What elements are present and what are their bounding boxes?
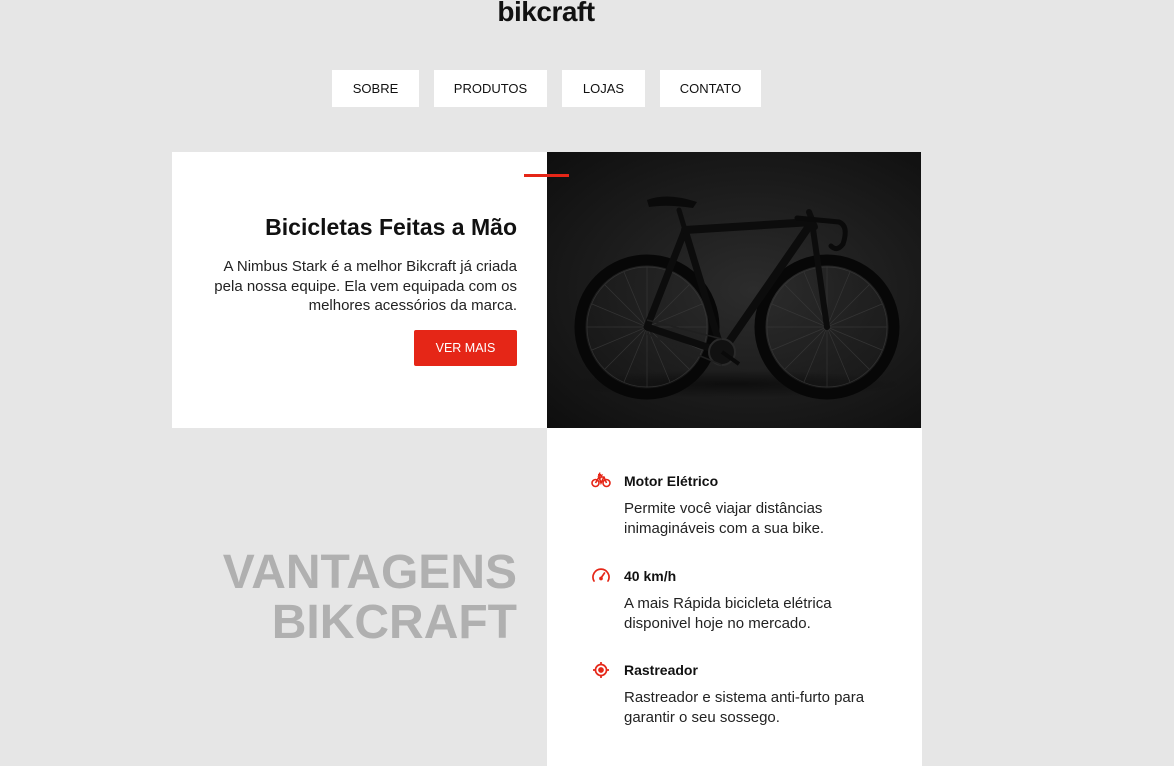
ver-mais-button[interactable]: VER MAIS bbox=[414, 330, 517, 366]
hero-description: A Nimbus Stark é a melhor Bikcraft já cr… bbox=[214, 258, 517, 314]
feature-title: 40 km/h bbox=[624, 568, 677, 584]
hero-content: Bicicletas Feitas a Mão A Nimbus Stark é… bbox=[172, 152, 547, 428]
target-icon bbox=[593, 662, 609, 678]
hero-title: Bicicletas Feitas a Mão bbox=[265, 214, 517, 240]
feature-description: Rastreador e sistema anti-furto para gar… bbox=[624, 689, 865, 726]
site-logo[interactable]: bikcraft bbox=[0, 0, 1092, 28]
feature-title: Rastreador bbox=[624, 662, 698, 678]
main-nav: SOBRE PRODUTOS LOJAS CONTATO bbox=[332, 70, 761, 107]
electric-bike-icon bbox=[591, 472, 611, 488]
nav-link-produtos[interactable]: PRODUTOS bbox=[434, 70, 547, 107]
accent-divider bbox=[524, 174, 569, 177]
speedometer-icon bbox=[592, 568, 610, 582]
feature-description: Permite você viajar distâncias inimaginá… bbox=[624, 500, 825, 537]
nav-link-lojas[interactable]: LOJAS bbox=[562, 70, 645, 107]
feature-description: A mais Rápida bicicleta elétrica disponi… bbox=[624, 595, 832, 632]
advantages-heading: VANTAGENS BIKCRAFT bbox=[172, 548, 517, 648]
nav-link-contato[interactable]: CONTATO bbox=[660, 70, 761, 107]
nav-link-sobre[interactable]: SOBRE bbox=[332, 70, 419, 107]
advantages-heading-line2: BIKCRAFT bbox=[271, 596, 517, 649]
advantages-heading-line1: VANTAGENS bbox=[222, 546, 517, 599]
feature-title: Motor Elétrico bbox=[624, 473, 719, 489]
bicycle-illustration bbox=[564, 196, 904, 400]
advantages-list: Motor Elétrico Permite você viajar distâ… bbox=[547, 428, 922, 766]
hero-bike-image bbox=[547, 152, 921, 428]
